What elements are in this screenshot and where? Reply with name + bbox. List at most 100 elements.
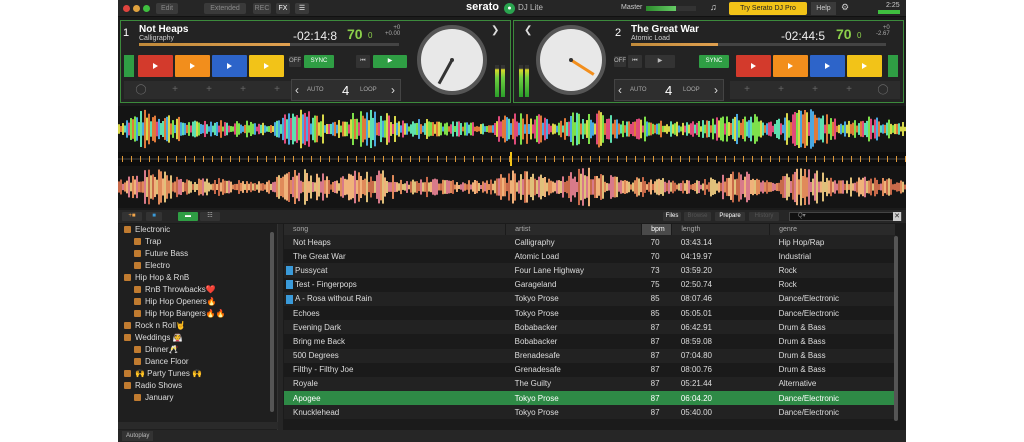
- cell-text: Drum & Bass: [778, 336, 826, 346]
- vinyl-mode-icon[interactable]: ❯: [491, 25, 499, 36]
- crate-item[interactable]: January: [118, 392, 277, 404]
- crate-item[interactable]: Hip Hop & RnB: [118, 272, 277, 284]
- column-header-artist[interactable]: artist: [505, 224, 643, 235]
- hotcue-pad-2[interactable]: [175, 55, 210, 77]
- loop-button[interactable]: LOOP: [683, 87, 700, 93]
- smart-crate-button[interactable]: ■: [146, 212, 162, 221]
- sidebar-scrollbar[interactable]: [270, 232, 274, 412]
- play-button[interactable]: ▶: [645, 55, 675, 68]
- track-row[interactable]: Test - Fingerpops Garageland 75 02:50.74 Roc…: [284, 277, 896, 292]
- files-button[interactable]: Files: [663, 212, 681, 221]
- track-row[interactable]: The Great War Atomic Load 70 04:19.97 Indust…: [284, 249, 896, 264]
- try-pro-button[interactable]: Try Serato DJ Pro: [729, 2, 807, 15]
- layout-select[interactable]: Extended: [204, 3, 246, 14]
- track-row[interactable]: Not Heaps Calligraphy 70 03:43.14 Hip Hop/Ra…: [284, 235, 896, 250]
- crate-item[interactable]: Hip Hop Bangers🔥🔥: [118, 308, 277, 320]
- track-row[interactable]: 500 Degrees Brenadesafe 87 07:04.80 Drum & B…: [284, 348, 896, 363]
- hotcue-mode-button[interactable]: [124, 55, 134, 77]
- auto-loop-label[interactable]: AUTO: [630, 87, 647, 93]
- loop-halve-button[interactable]: ‹: [295, 83, 299, 97]
- hotcue-pad-1[interactable]: [138, 55, 173, 77]
- cell-length: 02:50.74: [671, 277, 770, 292]
- sidebar-horizontal-scrollbar[interactable]: [118, 422, 278, 429]
- cue-slot-icon[interactable]: ◯: [866, 81, 900, 99]
- crate-item[interactable]: 🙌 Party Tunes 🙌: [118, 368, 277, 380]
- hotcue-pad-4[interactable]: [249, 55, 284, 77]
- track-row[interactable]: Bring me Back Bobabacker 87 08:59.08 Drum & …: [284, 334, 896, 349]
- crate-item[interactable]: Hip Hop Openers🔥: [118, 296, 277, 308]
- waveform-display[interactable]: [118, 106, 906, 208]
- track-row[interactable]: Royale The Guilty 87 05:21.44 Alternative: [284, 376, 896, 392]
- settings-sliders-icon[interactable]: ☰: [295, 3, 309, 14]
- panel-divider[interactable]: [278, 224, 283, 430]
- cell-text: Evening Dark: [293, 322, 342, 332]
- sync-button[interactable]: SYNC: [304, 55, 334, 68]
- loop-halve-button[interactable]: ‹: [618, 83, 622, 97]
- crate-item[interactable]: Trap: [118, 236, 277, 248]
- track-row[interactable]: Evening Dark Bobabacker 87 06:42.91 Drum & B…: [284, 320, 896, 335]
- crate-item[interactable]: Radio Shows: [118, 380, 277, 392]
- history-button[interactable]: History: [749, 212, 779, 221]
- vinyl-mode-icon[interactable]: ❮: [524, 25, 532, 36]
- sync-button[interactable]: SYNC: [699, 55, 729, 68]
- crate-item[interactable]: Weddings 👰: [118, 332, 277, 344]
- list-view-button[interactable]: ▬: [178, 212, 198, 221]
- gear-icon[interactable]: ⚙: [841, 2, 849, 13]
- column-header-genre[interactable]: genre: [769, 224, 896, 235]
- crate-item[interactable]: Future Bass: [118, 248, 277, 260]
- track-tag-icon: [286, 280, 293, 290]
- sync-off-button[interactable]: OFF: [289, 56, 301, 67]
- hotcue-pad-3[interactable]: [212, 55, 247, 77]
- loop-double-button[interactable]: ›: [714, 83, 718, 97]
- add-crate-button[interactable]: +■: [122, 212, 142, 221]
- column-header-bpm[interactable]: bpm: [641, 224, 673, 235]
- track-row[interactable]: Filthy - Filthy Joe Grenadesafe 87 08:00.76…: [284, 362, 896, 377]
- auto-loop-label[interactable]: AUTO: [307, 87, 324, 93]
- minimize-window-icon[interactable]: [133, 5, 140, 12]
- help-button[interactable]: Help: [811, 2, 836, 15]
- virtual-platter[interactable]: [536, 25, 606, 95]
- edit-button[interactable]: Edit: [156, 3, 178, 14]
- search-input[interactable]: Q▾: [789, 212, 902, 221]
- tracklist-scrollbar[interactable]: [894, 236, 898, 421]
- loop-double-button[interactable]: ›: [391, 83, 395, 97]
- hotcue-mode-button[interactable]: [888, 55, 898, 77]
- hotcue-pad-3[interactable]: [810, 55, 845, 77]
- column-header-length[interactable]: length: [671, 224, 771, 235]
- track-overview[interactable]: [631, 43, 886, 46]
- cue-button[interactable]: ⏮: [628, 55, 642, 68]
- hotcue-pad-4[interactable]: [847, 55, 882, 77]
- crate-item[interactable]: Dance Floor: [118, 356, 277, 368]
- sync-off-button[interactable]: OFF: [614, 56, 626, 67]
- play-button[interactable]: ▶: [373, 55, 407, 68]
- track-row[interactable]: Apogee Tokyo Prose 87 06:04.20 Dance/Electro…: [284, 391, 896, 406]
- cell-artist: Tokyo Prose: [505, 305, 642, 321]
- album-view-button[interactable]: ☷: [200, 212, 220, 221]
- rec-button[interactable]: REC: [253, 3, 271, 14]
- browse-button[interactable]: Browse: [684, 212, 711, 221]
- loop-button[interactable]: LOOP: [360, 87, 377, 93]
- cue-button[interactable]: ⏮: [356, 55, 370, 68]
- virtual-platter[interactable]: [417, 25, 487, 95]
- track-row[interactable]: Pussycat Four Lane Highway 73 03:59.20 Rock: [284, 263, 896, 278]
- fx-button[interactable]: FX: [276, 3, 290, 14]
- hotcue-pad-1[interactable]: [736, 55, 771, 77]
- close-window-icon[interactable]: [123, 5, 130, 12]
- headphones-icon[interactable]: ♫: [710, 2, 717, 12]
- cue-slot-icon[interactable]: ◯: [124, 81, 158, 99]
- autoplay-button[interactable]: Autoplay: [122, 431, 154, 441]
- crate-item[interactable]: Dinner🥂: [118, 344, 277, 356]
- crate-item[interactable]: Electro: [118, 260, 277, 272]
- crate-item[interactable]: RnB Throwbacks❤️: [118, 284, 277, 296]
- track-row[interactable]: Echoes Tokyo Prose 85 05:05.01 Dance/Electro…: [284, 305, 896, 321]
- prepare-button[interactable]: Prepare: [715, 212, 745, 221]
- track-row[interactable]: A - Rosa without Rain Tokyo Prose 85 08:07.…: [284, 291, 896, 306]
- column-header-song[interactable]: song: [284, 224, 507, 235]
- track-overview[interactable]: [139, 43, 399, 46]
- maximize-window-icon[interactable]: [143, 5, 150, 12]
- hotcue-pad-2[interactable]: [773, 55, 808, 77]
- crate-item[interactable]: Electronic: [118, 224, 277, 236]
- track-row[interactable]: Knucklehead Tokyo Prose 87 05:40.00 Dance/El…: [284, 405, 896, 420]
- clear-search-icon[interactable]: ✕: [893, 212, 901, 221]
- crate-item[interactable]: Rock n Roll🤘: [118, 320, 277, 332]
